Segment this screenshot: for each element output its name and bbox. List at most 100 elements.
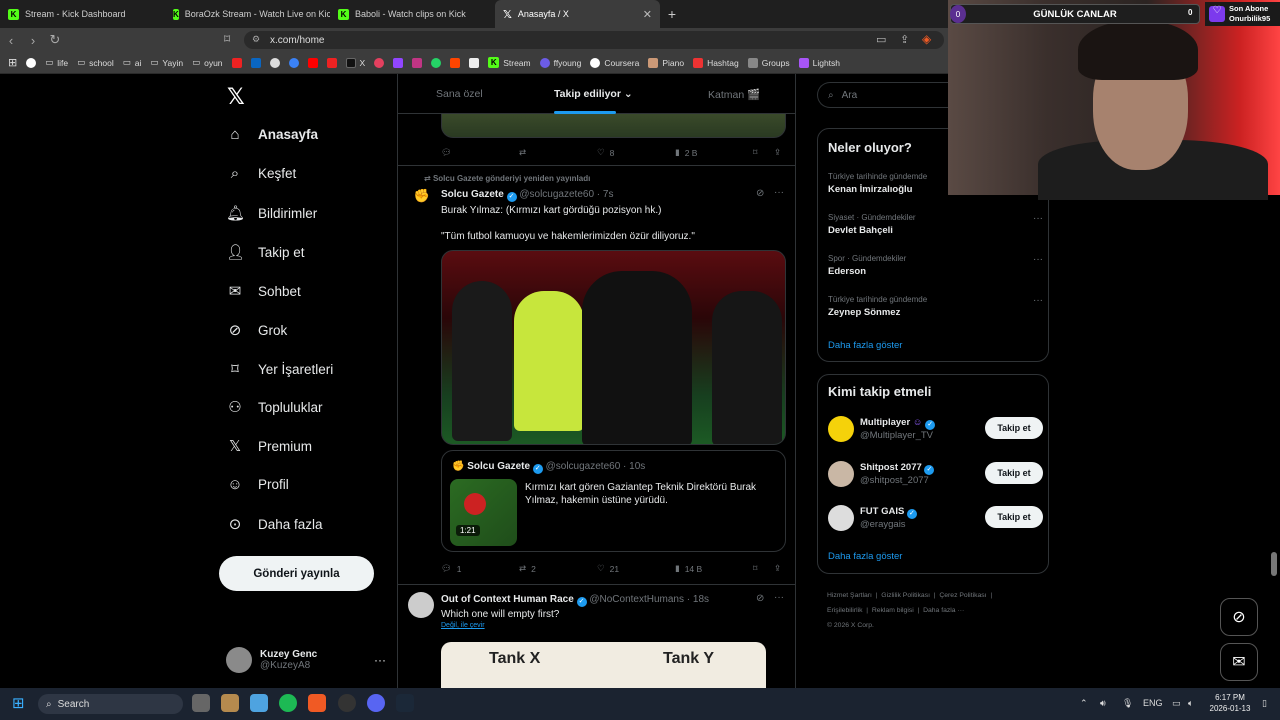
speaker-icon[interactable]: 🔊︎ <box>1100 698 1106 709</box>
follow-suggestion[interactable]: Shitpost 2077 ✓ @shitpost_2077 Takip et <box>828 458 1043 490</box>
bookmark-piano[interactable]: Piano <box>648 57 684 68</box>
reply-icon[interactable]: 💬︎ <box>441 147 452 158</box>
nav-item[interactable]: 𝕏 Premium <box>226 437 312 455</box>
footer-link[interactable]: Daha fazla ··· <box>923 607 964 614</box>
reload-icon[interactable]: ↻ <box>44 32 66 48</box>
tweet-image[interactable]: Tank X Tank Y <box>441 642 766 688</box>
taskbar-search[interactable]: ⌕ Search <box>38 694 183 714</box>
bookmark-lightsh[interactable]: Lightsh <box>798 57 840 68</box>
bookmark-icon[interactable]: ⌑ <box>753 147 757 158</box>
like-button[interactable]: ♡ 21 <box>597 563 619 574</box>
share-icon[interactable]: ⇪ <box>900 33 909 46</box>
obs-icon[interactable] <box>338 694 356 712</box>
nav-item[interactable]: ⌕ Keşfet <box>226 165 296 182</box>
discord-icon[interactable] <box>367 694 385 712</box>
trend-item[interactable]: Spor · Gündemdekiler Ederson ··· <box>828 254 1043 277</box>
bookmark-icon[interactable] <box>288 57 299 68</box>
repost-icon[interactable]: ⇄ <box>519 147 526 158</box>
bookmark-stream[interactable]: K Stream <box>488 57 531 68</box>
steam-icon[interactable] <box>396 694 414 712</box>
bookmark-folder[interactable]: ▭ Yayin <box>150 57 183 68</box>
youtube-icon[interactable] <box>307 57 318 68</box>
author-handle[interactable]: @NoContextHumans <box>589 594 684 605</box>
bookmark-icon[interactable] <box>231 57 242 68</box>
network-icon[interactable]: ▭ <box>1172 698 1181 709</box>
quote-tweet[interactable]: ✊ Solcu Gazete ✓ @solcugazete60 · 10s 1:… <box>441 450 786 552</box>
more-icon[interactable]: ··· <box>374 653 386 667</box>
bookmark-groups[interactable]: Groups <box>747 57 790 68</box>
trend-item[interactable]: Türkiye tarihinde gündemde Zeynep Sönmez ·… <box>828 295 1043 318</box>
avatar[interactable]: ✊ <box>412 188 432 208</box>
linkedin-icon[interactable] <box>250 57 261 68</box>
follow-button[interactable]: Takip et <box>985 462 1043 484</box>
tweet-time[interactable]: 7s <box>603 189 614 200</box>
messages-fab-icon[interactable]: ✉ <box>1220 643 1258 681</box>
nav-item[interactable]: ⌂ Anasayfa <box>226 126 318 143</box>
apps-grid-icon[interactable]: ⊞ <box>8 56 17 69</box>
google-icon[interactable] <box>26 57 37 68</box>
bookmark-page-icon[interactable]: ⌑ <box>224 32 230 46</box>
bookmark-icon[interactable]: ⌑ <box>753 563 757 574</box>
follow-button[interactable]: Takip et <box>985 417 1043 439</box>
browser-tab[interactable]: K Stream - Kick Dashboard <box>0 0 165 28</box>
more-icon[interactable]: ··· <box>1033 295 1043 306</box>
bookmark-folder[interactable]: ▭ ai <box>123 57 142 68</box>
nav-item[interactable]: ⊘ Grok <box>226 321 288 339</box>
tab-layer[interactable]: Katman 🎬 <box>708 88 760 101</box>
mic-icon[interactable]: 🎙︎ <box>1122 698 1133 709</box>
footer-link[interactable]: Çerez Politikası <box>939 592 986 599</box>
brave-icon[interactable] <box>308 694 326 712</box>
video-thumbnail[interactable]: 1:21 <box>450 479 517 546</box>
tab-for-you[interactable]: Sana özel <box>436 88 483 100</box>
footer-link[interactable]: Reklam bilgisi <box>872 607 914 614</box>
author-handle[interactable]: @solcugazete60 <box>519 189 594 200</box>
twitch-icon[interactable] <box>393 57 404 68</box>
tweet-image[interactable] <box>441 250 786 445</box>
nav-item[interactable]: ☺ Profil <box>226 476 288 493</box>
bookmark-ffyoung[interactable]: ffyoung <box>539 57 581 68</box>
file-explorer-icon[interactable] <box>221 694 239 712</box>
tab-following[interactable]: Takip ediliyor ⌄ <box>554 88 633 100</box>
system-clock[interactable]: 6:17 PM 2026-01-13 <box>1205 692 1255 714</box>
tumblr-icon[interactable] <box>450 57 461 68</box>
tweet-media[interactable] <box>441 114 786 138</box>
grok-fab-icon[interactable]: ⊘ <box>1220 598 1258 636</box>
amazon-icon[interactable] <box>469 57 480 68</box>
reply-button[interactable]: 💬︎ 1 <box>441 563 462 574</box>
footer-link[interactable]: Hizmet Şartları <box>827 592 872 599</box>
site-info-icon[interactable]: ⚙ <box>252 34 260 45</box>
grok-icon[interactable]: ⊘ <box>756 188 764 199</box>
post-button[interactable]: Gönderi yayınla <box>219 556 374 591</box>
more-icon[interactable]: ··· <box>774 592 784 603</box>
footer-link[interactable]: Gizlilik Politikası <box>881 592 930 599</box>
windows-start-icon[interactable]: ⊞ <box>12 694 25 712</box>
more-icon[interactable]: ··· <box>774 187 784 198</box>
nav-item[interactable]: ⌑ Yer İşaretleri <box>226 360 333 378</box>
cast-icon[interactable]: ▭ <box>876 33 886 46</box>
trend-item[interactable]: Siyaset · Gündemdekiler Devlet Bahçeli ··· <box>828 213 1043 236</box>
tweet-time[interactable]: 18s <box>693 594 709 605</box>
instagram-icon[interactable] <box>412 57 423 68</box>
author-name[interactable]: Out of Context Human Race <box>441 594 574 605</box>
bookmark-folder[interactable]: ▭ life <box>45 57 68 68</box>
url-field[interactable]: ⚙ x.com/home <box>244 31 944 49</box>
like-button[interactable]: ♡ 8 <box>597 147 614 158</box>
browser-tab[interactable]: K BoraOzk Stream - Watch Live on Kick <box>165 0 330 28</box>
bookmark-icon[interactable] <box>374 57 385 68</box>
nav-item[interactable]: ⊙ Daha fazla <box>226 515 323 533</box>
nav-item[interactable]: ⚇ Topluluklar <box>226 398 322 416</box>
nav-item[interactable]: 🔔︎ Bildirimler <box>226 204 317 222</box>
show-more-link[interactable]: Daha fazla göster <box>828 551 902 562</box>
photos-icon[interactable] <box>250 694 268 712</box>
repost-button[interactable]: ⇄ 2 <box>519 563 536 574</box>
notification-icon[interactable]: ▯ <box>1262 698 1267 709</box>
bookmark-hashtag[interactable]: Hashtag <box>693 57 739 68</box>
browser-tab-active[interactable]: 𝕏 Anasayfa / X ✕ <box>495 0 660 28</box>
avatar[interactable] <box>408 592 434 618</box>
bookmark-x[interactable]: X <box>345 57 365 68</box>
follow-suggestion[interactable]: Multiplayer ☺ ✓ @Multiplayer_TV Takip et <box>828 413 1043 445</box>
grok-icon[interactable]: ⊘ <box>756 593 764 604</box>
views-button[interactable]: ▮ 2 B <box>675 147 697 158</box>
forward-icon[interactable]: › <box>22 33 44 48</box>
follow-button[interactable]: Takip et <box>985 506 1043 528</box>
